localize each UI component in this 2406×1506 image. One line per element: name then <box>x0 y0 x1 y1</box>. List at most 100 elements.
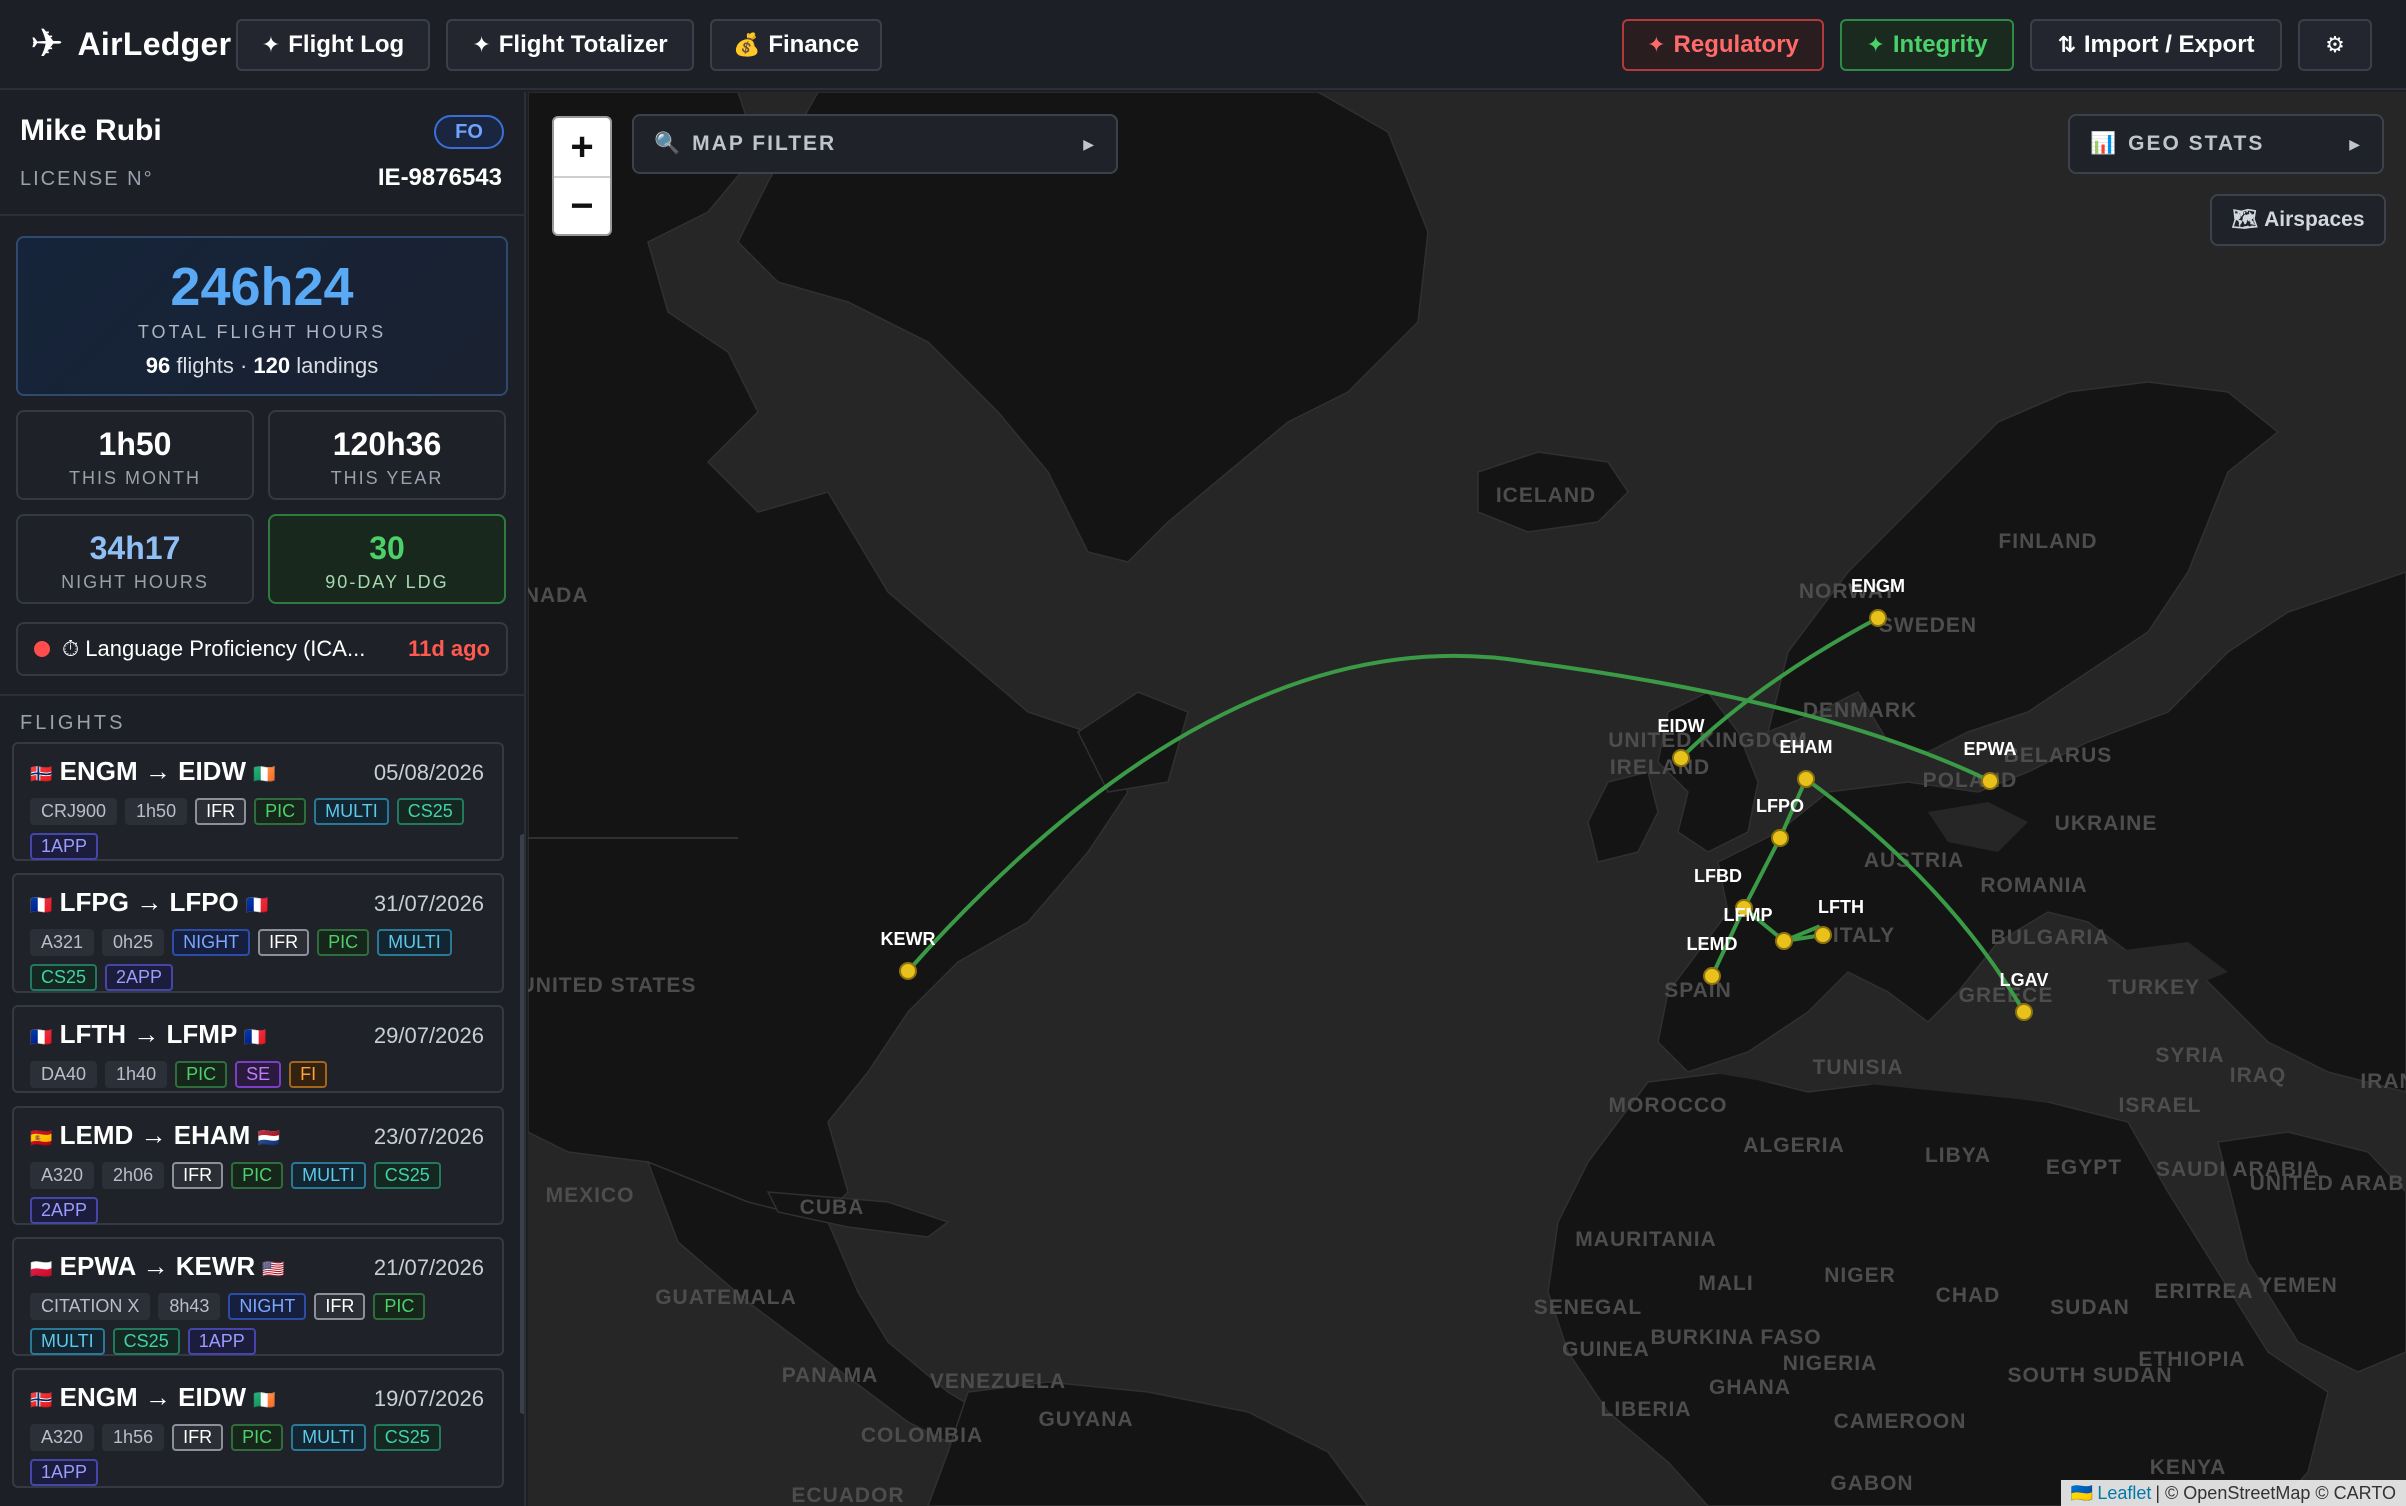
flight-log-button[interactable]: ✦ Flight Log <box>236 19 430 71</box>
country-label: ROMANIA <box>1980 874 2087 897</box>
flight-list: 🇳🇴 ENGM → EIDW 🇮🇪 05/08/2026 CRJ900 1h50 IFR… <box>0 742 524 1506</box>
leaflet-link[interactable]: Leaflet <box>2097 1483 2151 1504</box>
destination-flag-icon: 🇮🇪 <box>253 764 276 784</box>
brand[interactable]: ✈ AirLedger <box>30 24 231 64</box>
stat-90-day-landings: 30 90-DAY LDG <box>268 514 506 604</box>
geo-stats-toggle[interactable]: 📊 GEO STATS ▶ <box>2068 114 2384 174</box>
expiry-alert[interactable]: ⏱ Language Proficiency (ICA... 11d ago <box>16 622 508 676</box>
regulatory-button[interactable]: ✦ Regulatory <box>1622 19 1824 71</box>
airport-marker-kewr[interactable] <box>899 962 917 980</box>
airport-label-kewr: KEWR <box>881 929 936 949</box>
arrow-right-icon: → <box>137 756 179 786</box>
airport-marker-eidw[interactable] <box>1672 749 1690 767</box>
country-label: UNITED STATES <box>528 974 696 997</box>
tag-pic: PIC <box>231 1161 284 1189</box>
tag-multi: MULTI <box>30 1328 105 1356</box>
geo-stats-label: GEO STATS <box>2128 132 2265 155</box>
bar-chart-icon: 📊 <box>2090 132 2119 155</box>
flight-tags: A320 1h56 IFR PIC MULTI CS25 1APP <box>30 1424 490 1487</box>
airport-marker-lfth[interactable] <box>1814 926 1832 944</box>
finance-button[interactable]: 💰 Finance <box>710 19 882 71</box>
airport-marker-lgav[interactable] <box>2015 1003 2033 1021</box>
country-label: SUDAN <box>2050 1296 2130 1319</box>
origin-flag-icon: 🇳🇴 <box>30 764 53 784</box>
airplane-logo-icon: ✈ <box>30 22 64 66</box>
tag-cs25: CS25 <box>373 1424 441 1452</box>
tag-pic: PIC <box>175 1060 228 1088</box>
country-label: UKRAINE <box>2055 812 2158 835</box>
country-label: GUYANA <box>1038 1408 1133 1431</box>
airport-marker-epwa[interactable] <box>1981 772 1999 790</box>
settings-button[interactable]: ⚙ <box>2298 19 2372 71</box>
tag-cs25: CS25 <box>112 1328 180 1356</box>
landmass-south-america <box>927 1381 1369 1506</box>
flight-card[interactable]: 🇫🇷 LFPG → LFPO 🇫🇷 31/07/2026 A321 0h25 NIGHT… <box>12 873 504 993</box>
attribution-text: | © OpenStreetMap © CARTO <box>2155 1482 2396 1503</box>
tag-se: SE <box>235 1060 282 1088</box>
stat-this-year: 120h36 THIS YEAR <box>268 410 506 500</box>
map-filter-toggle[interactable]: 🔍 MAP FILTER ▶ <box>632 114 1118 174</box>
flight-map[interactable]: ICELAND FINLAND NORWAY SWEDEN DENMARK UNITED … <box>528 92 2406 1506</box>
country-label: GABON <box>1830 1472 1913 1495</box>
airport-marker-lfmp[interactable] <box>1775 932 1793 950</box>
sort-arrows-icon: ⇅ <box>2057 32 2076 57</box>
red-status-dot-icon <box>34 641 50 657</box>
destination-flag-icon: 🇫🇷 <box>244 1026 267 1047</box>
flight-card[interactable]: 🇳🇴 ENGM → EIDW 🇮🇪 19/07/2026 A320 1h56 IFR PI… <box>12 1368 504 1488</box>
integrity-button[interactable]: ✦ Integrity <box>1840 19 2014 71</box>
country-label: YEMEN <box>2258 1274 2338 1297</box>
tag-pic: PIC <box>231 1424 284 1452</box>
airport-marker-lfpo[interactable] <box>1771 829 1789 847</box>
origin-flag-icon: 🇵🇱 <box>30 1259 53 1280</box>
origin-code: EPWA <box>59 1251 136 1282</box>
tag-app: 2APP <box>30 1196 99 1224</box>
tag-ac: DA40 <box>30 1060 98 1088</box>
flight-totalizer-button[interactable]: ✦ Flight Totalizer <box>446 19 694 71</box>
tag-app: 2APP <box>105 964 174 992</box>
country-label: MAURITANIA <box>1575 1228 1716 1251</box>
stat-this-month: 1h50 THIS MONTH <box>16 410 254 500</box>
stat-night-hours: 34h17 NIGHT HOURS <box>16 514 254 604</box>
country-label: CAMEROON <box>1834 1410 1967 1433</box>
arrow-right-icon: → <box>137 1382 179 1413</box>
tag-multi: MULTI <box>314 798 389 825</box>
zoom-in-button[interactable]: + <box>554 118 610 176</box>
tag-cs25: CS25 <box>396 798 464 825</box>
country-label: SENEGAL <box>1534 1296 1643 1319</box>
flights-count: 96 <box>145 353 171 378</box>
finance-label: Finance <box>768 31 860 58</box>
tag-ac: 1h50 <box>125 798 188 825</box>
flight-card[interactable]: 🇵🇱 EPWA → KEWR 🇺🇸 21/07/2026 CITATION X 8h4… <box>12 1237 504 1357</box>
zoom-out-button[interactable]: − <box>554 176 610 234</box>
money-bag-icon: 💰 <box>732 32 761 57</box>
airport-marker-eham[interactable] <box>1797 770 1815 788</box>
airport-marker-engm[interactable] <box>1869 609 1887 627</box>
import-export-button[interactable]: ⇅ Import / Export <box>2030 19 2282 71</box>
airport-marker-lemd[interactable] <box>1703 967 1721 985</box>
flight-date: 29/07/2026 <box>373 1022 484 1048</box>
zoom-control: + − <box>552 116 612 236</box>
origin-flag-icon: 🇫🇷 <box>30 895 53 916</box>
flight-tags: CRJ900 1h50 IFR PIC MULTI CS25 1APP <box>30 798 490 860</box>
flight-tags: A321 0h25 NIGHT IFR PIC MULTI CS25 2APP <box>30 929 490 992</box>
flight-list-scrollbar[interactable] <box>520 834 524 1414</box>
app-name: AirLedger <box>77 25 232 62</box>
tag-ac: 0h25 <box>102 929 165 957</box>
destination-code: KEWR <box>175 1251 256 1282</box>
country-label: MOROCCO <box>1609 1094 1728 1117</box>
airspaces-label: Airspaces <box>2264 208 2365 231</box>
tag-multi: MULTI <box>291 1424 366 1452</box>
tag-ifr: IFR <box>195 798 247 825</box>
flight-card[interactable]: 🇳🇴 ENGM → EIDW 🇮🇪 05/08/2026 CRJ900 1h50 IFR… <box>12 742 504 862</box>
tag-ac: 8h43 <box>158 1293 221 1321</box>
flight-card[interactable]: 🇪🇸 LEMD → EHAM 🇳🇱 23/07/2026 A320 2h06 IFR PI… <box>12 1105 504 1225</box>
airspaces-button[interactable]: 🗺 Airspaces <box>2210 194 2386 246</box>
tag-ifr: IFR <box>172 1424 224 1452</box>
magnifier-icon: 🔍 <box>654 132 683 155</box>
airport-label-epwa: EPWA <box>1963 739 2016 759</box>
flight-card[interactable]: 🇫🇷 LFTH → LFMP 🇫🇷 29/07/2026 DA40 1h40 PIC SE… <box>12 1004 504 1094</box>
divider <box>0 214 524 216</box>
origin-code: ENGM <box>59 1382 138 1413</box>
tag-cs25: CS25 <box>30 964 98 992</box>
country-label: ISRAEL <box>2118 1094 2201 1117</box>
